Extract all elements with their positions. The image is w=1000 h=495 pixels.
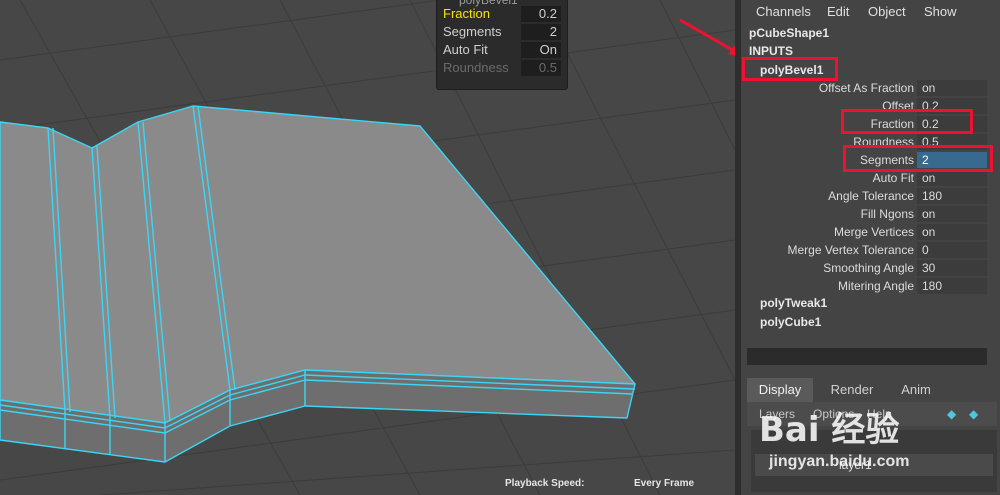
attr-name: Mitering Angle bbox=[837, 279, 914, 293]
tab-display[interactable]: Display bbox=[747, 378, 813, 402]
channel-box-command-field[interactable] bbox=[747, 348, 987, 365]
hud-row-roundness: Roundness 0.5 bbox=[442, 59, 564, 77]
attr-angle-tolerance[interactable]: Angle Tolerance 180 bbox=[741, 187, 1000, 205]
hud-row-fraction[interactable]: Fraction 0.2 bbox=[442, 5, 564, 23]
attr-value[interactable]: on bbox=[917, 224, 987, 240]
viewport-scene bbox=[0, 0, 735, 495]
attr-fill-ngons[interactable]: Fill Ngons on bbox=[741, 205, 1000, 223]
attr-value[interactable]: 0 bbox=[917, 242, 987, 258]
attr-name: Angle Tolerance bbox=[828, 189, 914, 203]
shape-node-name[interactable]: pCubeShape1 bbox=[749, 26, 829, 40]
attr-name: Offset As Fraction bbox=[818, 81, 914, 95]
attr-value[interactable]: on bbox=[917, 170, 987, 186]
playback-speed-label: Playback Speed: bbox=[505, 478, 585, 489]
attr-mitering-angle[interactable]: Mitering Angle 180 bbox=[741, 277, 1000, 295]
hud-value[interactable]: 0.2 bbox=[521, 6, 561, 22]
highlight-bevel-node bbox=[742, 57, 838, 81]
tab-render[interactable]: Render bbox=[819, 378, 885, 402]
attr-name: Fill Ngons bbox=[860, 207, 914, 221]
attr-value[interactable]: on bbox=[917, 206, 987, 222]
hud-value[interactable]: On bbox=[521, 42, 561, 58]
highlight-segments bbox=[843, 145, 993, 172]
hud-label: Auto Fit bbox=[443, 42, 488, 57]
attr-value[interactable]: 180 bbox=[917, 278, 987, 294]
new-layer-icon[interactable]: ◆ bbox=[947, 407, 956, 421]
inputs-header: INPUTS bbox=[749, 44, 794, 58]
bevelled-mesh bbox=[0, 105, 636, 463]
watermark-url: jingyan.baidu.com bbox=[769, 453, 910, 470]
attr-merge-vertices[interactable]: Merge Vertices on bbox=[741, 223, 1000, 241]
attr-name: Auto Fit bbox=[872, 171, 914, 185]
attr-name: Merge Vertex Tolerance bbox=[787, 243, 914, 257]
menu-edit[interactable]: Edit bbox=[827, 4, 849, 19]
new-layer-selected-icon[interactable]: ◆ bbox=[969, 407, 978, 421]
hud-row-auto-fit[interactable]: Auto Fit On bbox=[442, 41, 564, 59]
attr-smoothing-angle[interactable]: Smoothing Angle 30 bbox=[741, 259, 1000, 277]
hud-value: 0.5 bbox=[521, 60, 561, 76]
attr-name: Smoothing Angle bbox=[823, 261, 914, 275]
attr-offset-as-fraction[interactable]: Offset As Fraction on bbox=[741, 79, 1000, 97]
playback-speed-value[interactable]: Every Frame bbox=[634, 478, 694, 489]
menu-channels[interactable]: Channels bbox=[756, 4, 811, 19]
poly-cube-node[interactable]: polyCube1 bbox=[760, 315, 821, 329]
tab-anim[interactable]: Anim bbox=[885, 378, 947, 402]
watermark-logo: Bai 经验 bbox=[759, 410, 900, 450]
bevel-hud: polyBevel1 Fraction 0.2 Segments 2 Auto … bbox=[436, 0, 568, 90]
poly-tweak-node[interactable]: polyTweak1 bbox=[760, 296, 827, 310]
menu-show[interactable]: Show bbox=[924, 4, 957, 19]
hud-row-segments[interactable]: Segments 2 bbox=[442, 23, 564, 41]
channel-box: Channels Edit Object Show pCubeShape1 IN… bbox=[741, 0, 1000, 495]
hud-label: Segments bbox=[443, 24, 502, 39]
hud-label: Fraction bbox=[443, 6, 490, 21]
menu-object[interactable]: Object bbox=[868, 4, 906, 19]
attr-value[interactable]: 180 bbox=[917, 188, 987, 204]
channel-box-menubar: Channels Edit Object Show bbox=[741, 0, 1000, 24]
attr-value[interactable]: 30 bbox=[917, 260, 987, 276]
attr-merge-vertex-tolerance[interactable]: Merge Vertex Tolerance 0 bbox=[741, 241, 1000, 259]
attr-value[interactable]: on bbox=[917, 80, 987, 96]
3d-viewport[interactable]: polyBevel1 Fraction 0.2 Segments 2 Auto … bbox=[0, 0, 735, 495]
highlight-fraction bbox=[841, 109, 973, 134]
hud-value[interactable]: 2 bbox=[521, 24, 561, 40]
attr-name: Merge Vertices bbox=[833, 225, 914, 239]
hud-label: Roundness bbox=[443, 60, 509, 75]
